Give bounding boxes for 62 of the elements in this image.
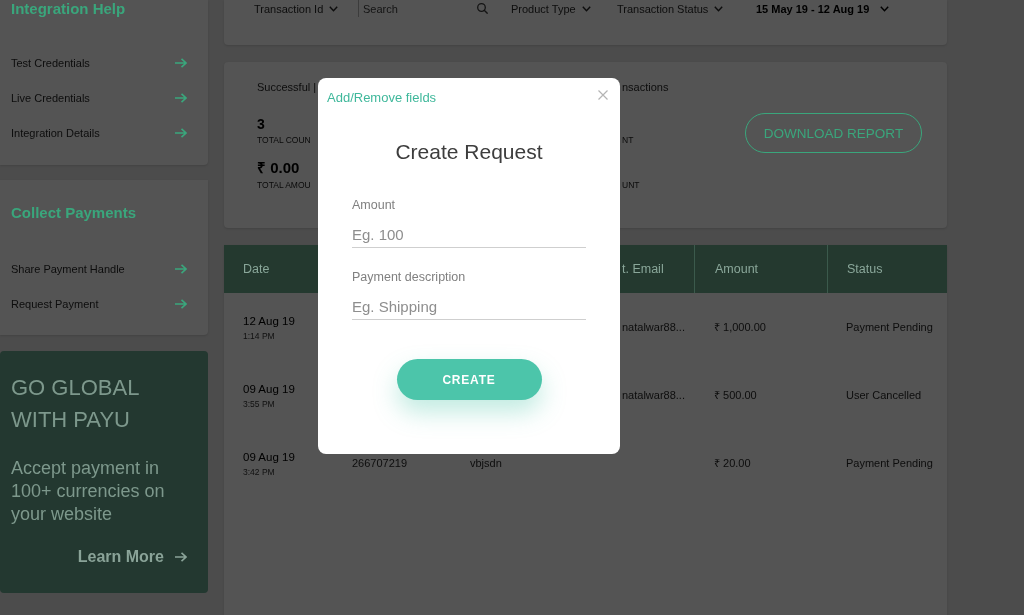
arrow-right-icon	[175, 92, 187, 103]
promo-description: Accept payment in 100+ currencies on your website	[11, 457, 166, 526]
modal-title: Create Request	[394, 139, 544, 165]
summary-caption: UNT	[622, 180, 640, 190]
caret-down-icon	[880, 5, 890, 12]
time-text: 3:42 PM	[243, 466, 276, 477]
text-input[interactable]: Eg. 100	[352, 222, 586, 248]
arrow-right-icon	[175, 263, 187, 274]
table-cell-text: 266707219	[352, 456, 409, 470]
arrow-right-icon	[175, 57, 187, 68]
section-heading: Collect Payments	[10, 204, 137, 222]
arrow-right-icon	[175, 298, 187, 309]
table-cell-text: ₹ 1,000.00	[714, 320, 767, 334]
date-text: 09 Aug 19	[243, 449, 296, 464]
field-label: Amount	[352, 198, 396, 212]
column-header: t. Email	[622, 262, 664, 276]
table-cell-text: ₹ 20.00	[714, 456, 752, 470]
sidebar-link[interactable]: Live Credentials	[11, 80, 187, 115]
time-text: 1:14 PM	[243, 330, 276, 341]
dropdown-button[interactable]: Transaction Status	[617, 0, 724, 17]
section-heading: Integration Help	[10, 0, 126, 18]
search-field[interactable]: Search	[363, 1, 469, 16]
sidebar-link[interactable]: Integration Details	[11, 115, 187, 150]
column-header: Date	[243, 262, 270, 276]
date-range-button[interactable]: 15 May 19 - 12 Aug 19	[756, 0, 890, 17]
field-label: Payment description	[352, 270, 466, 284]
summary-caption: TOTAL AMOU	[257, 180, 311, 190]
sidebar-link[interactable]: Share Payment Handle	[11, 251, 187, 286]
column-header: Amount	[715, 262, 759, 276]
caret-down-icon	[714, 5, 724, 12]
summary-heading: nsactions	[622, 80, 669, 94]
column-header: Status	[847, 262, 883, 276]
table-cell-text: vbjsdn	[470, 456, 503, 470]
sidebar-link[interactable]: Request Payment	[11, 286, 187, 321]
dropdown-button[interactable]: Transaction Id	[254, 0, 339, 17]
summary-value: 3	[257, 117, 265, 131]
promo-title: GO GLOBAL WITH PAYU	[11, 374, 140, 434]
summary-caption: TOTAL COUN	[257, 135, 311, 145]
time-text: 3:55 PM	[243, 398, 276, 409]
create-button[interactable]: CREATE	[396, 359, 542, 400]
table-cell-text: natalwar88...	[622, 320, 686, 334]
summary-heading: Successful |	[257, 80, 317, 94]
learn-more-link[interactable]: Learn More	[77, 547, 187, 567]
add-remove-fields-link[interactable]: Add/Remove fields	[327, 90, 437, 106]
summary-caption: NT	[622, 135, 634, 145]
date-text: 09 Aug 19	[243, 381, 296, 396]
close-icon[interactable]	[598, 90, 608, 100]
text-input[interactable]: Eg. Shipping	[352, 294, 586, 320]
arrow-right-icon	[175, 552, 187, 562]
caret-down-icon	[581, 5, 591, 12]
search-icon	[477, 3, 488, 14]
arrow-right-icon	[175, 127, 187, 138]
table-cell-text: natalwar88...	[622, 388, 686, 402]
table-cell-text: Payment Pending	[846, 320, 934, 334]
sidebar-link[interactable]: Test Credentials	[11, 45, 187, 80]
table-cell-text: User Cancelled	[846, 388, 923, 402]
dropdown-button[interactable]: Product Type	[511, 0, 591, 17]
table-cell-text: Payment Pending	[846, 456, 934, 470]
caret-down-icon	[329, 5, 339, 12]
table-cell-text: ₹ 500.00	[714, 388, 758, 402]
summary-value: ₹ 0.00	[257, 160, 300, 176]
date-text: 12 Aug 19	[243, 313, 296, 328]
